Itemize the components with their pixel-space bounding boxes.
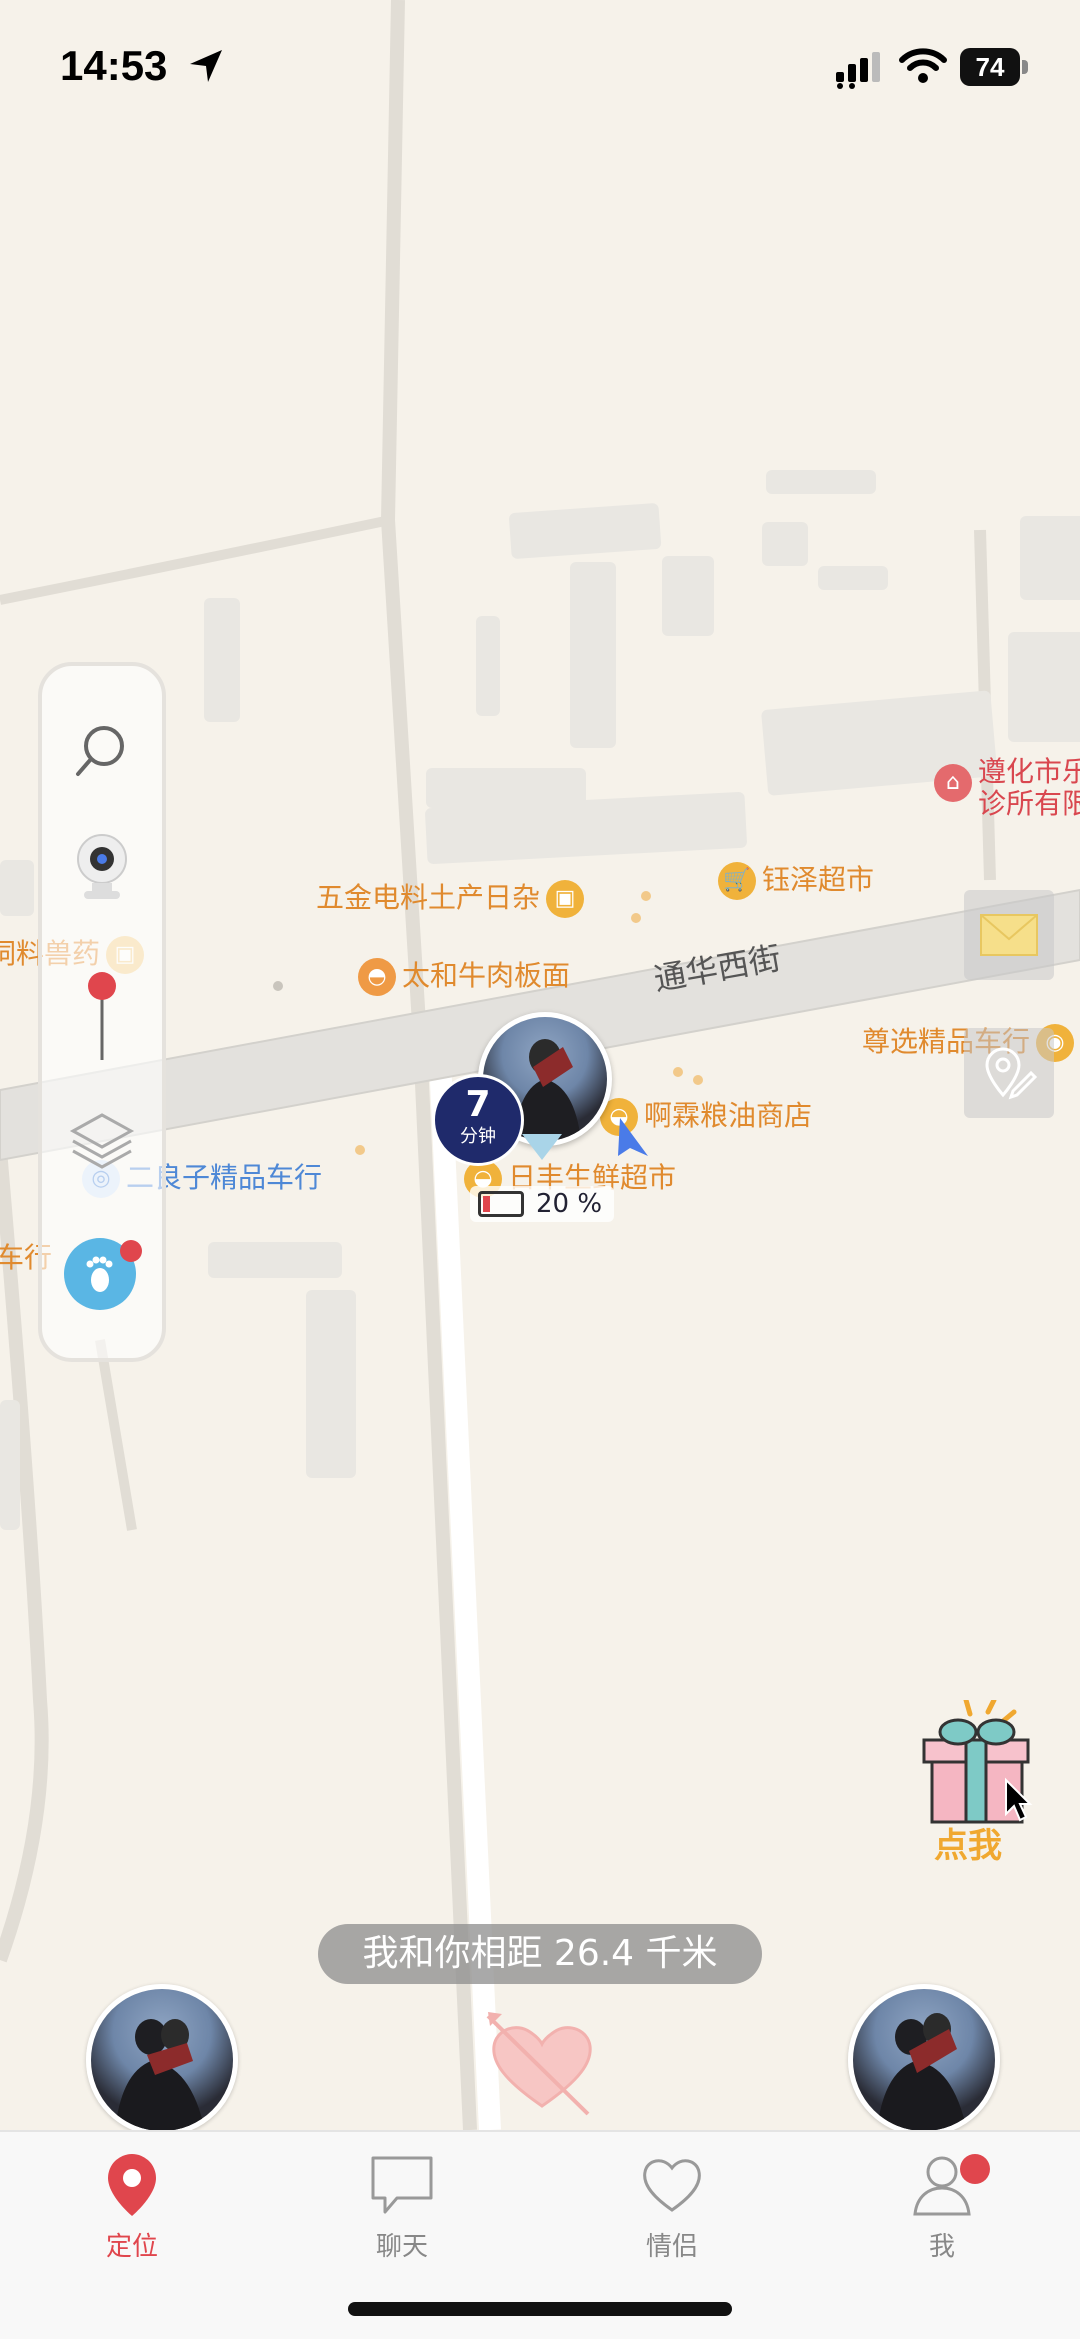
- my-location-arrow-icon: [618, 1118, 648, 1156]
- poi-label-line2: 诊所有限: [978, 787, 1080, 820]
- tab-label: 情侣: [645, 2232, 698, 2262]
- my-photo: [91, 1989, 233, 2131]
- message-button[interactable]: [964, 890, 1054, 980]
- tooth-icon: ⌂: [934, 764, 972, 802]
- poi-label: 五金电料土产日杂: [316, 881, 541, 914]
- cellular-signal-icon: [836, 52, 880, 89]
- battery-indicator: 74: [960, 48, 1030, 88]
- home-indicator[interactable]: [348, 2302, 732, 2316]
- poi-yuze[interactable]: 🛒 钰泽超市: [712, 858, 874, 900]
- clock: 14:53: [60, 42, 168, 89]
- camera-button[interactable]: [62, 826, 142, 906]
- tab-couple[interactable]: 情侣: [602, 2150, 742, 2263]
- minutes-unit: 分钟: [460, 1126, 496, 1147]
- partner-photo-bottom: [853, 1989, 995, 2131]
- poi-label: 啊霖粮油商店: [644, 1099, 813, 1132]
- status-bar: 14:53 74: [0, 0, 1080, 130]
- location-arrow-icon: [190, 50, 222, 82]
- poi-dental[interactable]: ⌂ 遵化市乐 诊所有限: [928, 756, 1080, 820]
- poi-beef-noodle[interactable]: ◓ 太和牛肉板面: [352, 954, 570, 996]
- shop-icon: ▣: [546, 880, 585, 918]
- tab-bar: 定位 聊天 情侣 我: [0, 2130, 1080, 2339]
- webcam-icon: [77, 834, 127, 899]
- tab-label: 聊天: [375, 2232, 428, 2262]
- envelope-icon: [980, 914, 1038, 956]
- poi-hardware[interactable]: 五金电料土产日杂 ▣: [316, 876, 590, 918]
- map-pin-icon: [88, 972, 116, 1060]
- notification-dot: [120, 1240, 142, 1262]
- pin-button[interactable]: [62, 968, 142, 1068]
- location-pin-icon: [108, 2154, 156, 2216]
- edit-location-button[interactable]: [964, 1028, 1054, 1118]
- edit-pin-icon: [985, 1047, 1038, 1100]
- bowl-icon: ◓: [358, 958, 396, 996]
- my-avatar[interactable]: [86, 1984, 238, 2136]
- map-toolbar: [38, 662, 166, 1362]
- gift-box-icon: [922, 1697, 1033, 1824]
- minutes-value: 7: [465, 1084, 491, 1125]
- poi-label-line1: 遵化市乐: [978, 755, 1080, 788]
- heart-icon: [643, 2159, 701, 2212]
- heart-arrow-icon[interactable]: [484, 2010, 600, 2120]
- tab-label: 我: [928, 2232, 955, 2262]
- search-icon: [76, 726, 124, 776]
- search-button[interactable]: [62, 710, 142, 790]
- wifi-icon: [899, 48, 947, 83]
- poi-label: 太和牛肉板面: [402, 959, 571, 992]
- pin-tail-icon: [522, 1134, 562, 1160]
- distance-banner: 我和你相距 26.4 千米: [318, 1924, 762, 1984]
- partner-battery-tag: 20 %: [470, 1186, 615, 1222]
- partner-avatar[interactable]: [848, 1984, 1000, 2136]
- battery-percent: 20 %: [536, 1189, 603, 1219]
- layers-button[interactable]: [62, 1102, 142, 1182]
- tab-me[interactable]: 我: [872, 2150, 1012, 2263]
- poi-label: 钰泽超市: [762, 863, 875, 896]
- tab-location[interactable]: 定位: [62, 2150, 202, 2263]
- cart-icon: 🛒: [718, 862, 756, 900]
- battery-low-icon: [478, 1191, 524, 1217]
- battery-level: 74: [960, 48, 1020, 86]
- tab-label: 定位: [105, 2232, 158, 2262]
- footprint-icon: [86, 1256, 113, 1292]
- layers-icon: [69, 1113, 135, 1169]
- tab-chat[interactable]: 聊天: [332, 2150, 472, 2263]
- gift-label[interactable]: 点我: [934, 1818, 1002, 1867]
- battery-tip: [1022, 60, 1028, 74]
- chat-bubble-icon: [371, 2156, 433, 2214]
- notification-dot: [960, 2154, 990, 2184]
- update-time-badge: 7 分钟: [432, 1074, 524, 1166]
